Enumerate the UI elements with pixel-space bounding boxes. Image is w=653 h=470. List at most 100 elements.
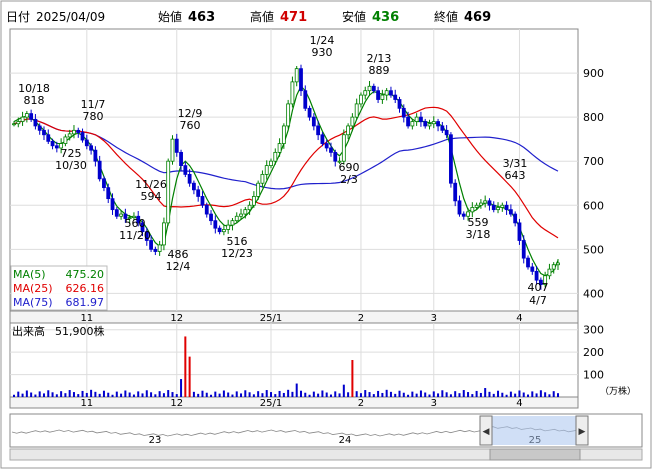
candle-body xyxy=(72,129,76,135)
volume-month-tick-label: 11 xyxy=(80,398,93,409)
volume-bar xyxy=(497,390,500,397)
volume-bar xyxy=(180,379,183,397)
navigator-right-arrow-icon: ▶ xyxy=(579,427,586,437)
candle-body xyxy=(470,207,475,213)
volume-bar xyxy=(222,390,225,397)
annotation-value: 690 xyxy=(339,161,360,174)
candle-body xyxy=(110,198,115,211)
volume-bar xyxy=(25,390,28,397)
candle-body xyxy=(67,133,72,138)
candle-body xyxy=(12,123,16,126)
volume-bar xyxy=(94,391,97,397)
candle-body xyxy=(20,116,25,122)
month-tick-label: 3 xyxy=(431,313,437,324)
volume-tick-label: 100 xyxy=(583,369,604,382)
volume-bar xyxy=(484,388,487,397)
volume-bar xyxy=(210,394,213,397)
volume-label: 出来高 xyxy=(12,324,45,338)
volume-bar xyxy=(68,390,71,397)
high-label: 高値 xyxy=(250,9,274,24)
candle-body xyxy=(157,244,162,252)
candle-body xyxy=(260,174,265,184)
volume-bar xyxy=(475,390,478,397)
volume-bar xyxy=(214,391,217,397)
volume-bar xyxy=(424,392,427,397)
volume-bar xyxy=(535,393,538,397)
low-label: 安値 xyxy=(342,9,366,24)
volume-bar xyxy=(85,392,88,397)
volume-bar xyxy=(407,394,410,397)
navigator-scroll-thumb[interactable] xyxy=(489,448,581,461)
volume-bar xyxy=(111,394,114,397)
candle-body xyxy=(354,103,359,118)
volume-month-tick-label: 4 xyxy=(516,398,522,409)
volume-bar xyxy=(321,390,324,397)
candle-body xyxy=(508,209,513,215)
candle-body xyxy=(106,187,111,200)
volume-bar xyxy=(458,393,461,397)
navigator-left-arrow-icon: ◀ xyxy=(483,427,490,437)
ma75-value: 681.97 xyxy=(66,296,105,309)
candle-body xyxy=(183,165,188,175)
volume-bar xyxy=(107,392,110,397)
volume-bar xyxy=(509,391,512,397)
volume-month-tick-label: 25/1 xyxy=(260,398,282,409)
volume-bar xyxy=(102,390,105,397)
annotation-value: 594 xyxy=(141,190,162,203)
candle-body xyxy=(461,213,466,217)
candle-body xyxy=(333,151,338,162)
volume-bar xyxy=(240,393,243,397)
volume-bar xyxy=(278,390,281,397)
month-tick-label: 4 xyxy=(516,313,522,324)
volume-bar xyxy=(167,390,170,397)
candle-body xyxy=(102,178,106,189)
candle-body xyxy=(89,145,94,151)
volume-bar xyxy=(270,392,273,397)
ma5-value: 475.20 xyxy=(66,268,105,281)
candle-body xyxy=(204,204,209,215)
volume-bar xyxy=(501,392,504,397)
volume-bar xyxy=(415,393,418,397)
candle-body xyxy=(226,224,231,230)
close-label: 終値 xyxy=(434,9,458,24)
candle-body xyxy=(474,204,479,208)
candle-body xyxy=(187,174,192,184)
price-tick-label: 700 xyxy=(583,155,604,168)
volume-bar xyxy=(34,394,37,397)
candle-body xyxy=(84,139,89,147)
annotation-date: 12/4 xyxy=(166,260,191,273)
volume-bar xyxy=(364,390,367,397)
volume-bar xyxy=(231,394,234,397)
candle-body xyxy=(478,202,483,206)
volume-bar xyxy=(257,391,260,397)
navigator-window[interactable] xyxy=(492,416,578,445)
annotation-date: 3/18 xyxy=(466,228,491,241)
candle-body xyxy=(346,125,351,136)
volume-bar xyxy=(77,394,80,397)
volume-bar xyxy=(30,392,33,397)
volume-bar xyxy=(454,391,457,397)
candle-body xyxy=(376,90,380,100)
volume-bar xyxy=(150,392,153,397)
candle-body xyxy=(457,200,462,215)
candle-body xyxy=(93,149,98,162)
candle-body xyxy=(324,143,329,149)
volume-bar xyxy=(132,394,135,397)
candle-body xyxy=(24,113,29,118)
candle-body xyxy=(243,209,248,215)
candle-body xyxy=(269,160,273,166)
candle-body xyxy=(406,116,410,127)
ma75-label: MA(75) xyxy=(13,296,53,309)
annotation-value: 725 xyxy=(61,147,82,160)
stock-chart: 10/18 818 11/7 780 10/30 725 11/26 594 11/20 560 1… xyxy=(0,0,653,470)
volume-bar xyxy=(522,392,525,397)
volume-bar xyxy=(274,394,277,397)
candle-body xyxy=(419,116,423,122)
candle-body xyxy=(311,116,316,127)
volume-bar xyxy=(55,394,58,397)
annotation-value: 889 xyxy=(369,64,390,77)
volume-tick-label: 200 xyxy=(583,346,604,359)
volume-bar xyxy=(308,394,311,397)
volume-bar xyxy=(291,391,294,397)
volume-bar xyxy=(359,393,362,397)
